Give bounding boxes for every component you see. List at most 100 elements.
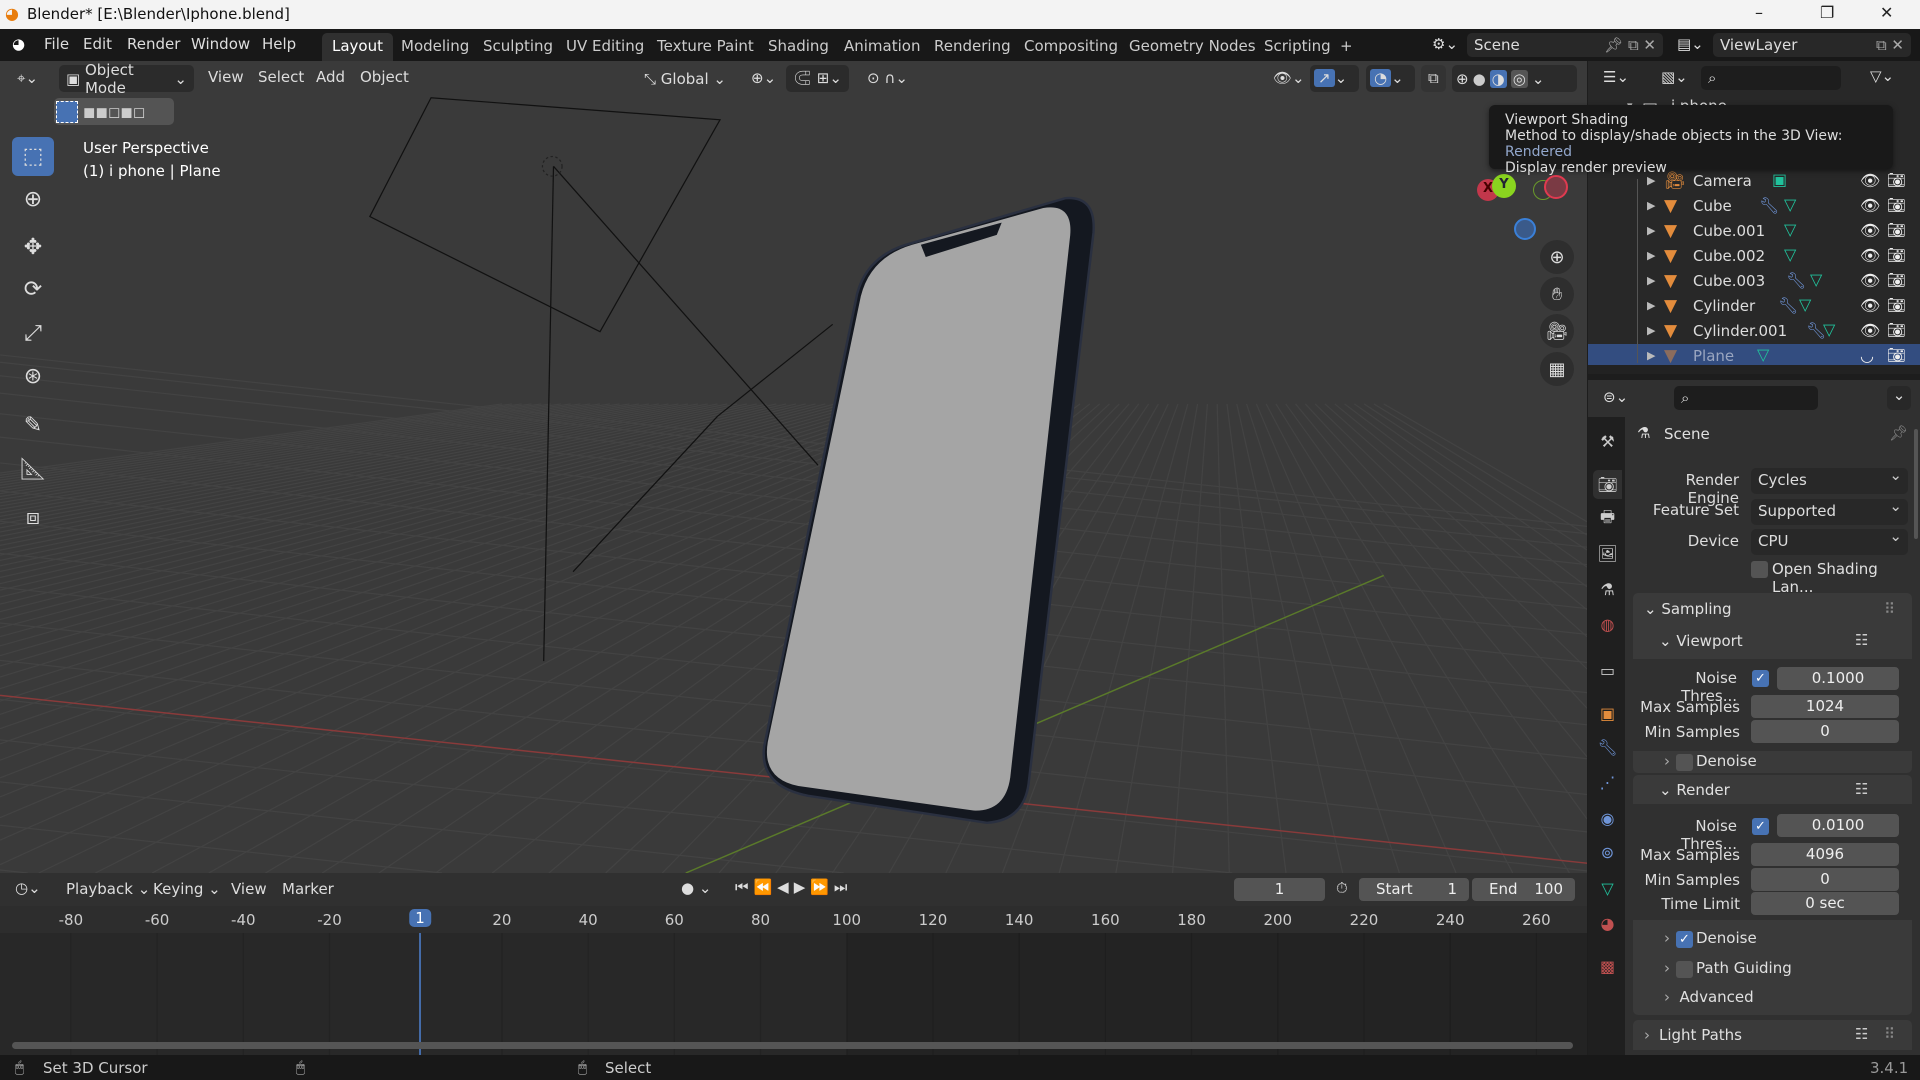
feature-set-dropdown[interactable]: Supported xyxy=(1751,497,1908,525)
pin-icon[interactable]: 📌︎ ⧉ ✕ xyxy=(1604,36,1656,54)
tab-modeling[interactable]: Modeling xyxy=(391,33,479,61)
tab-rendering[interactable]: Rendering xyxy=(924,33,1021,61)
outliner-display-mode-icon[interactable]: ☰⌄ xyxy=(1603,68,1629,86)
viewport-menu-object[interactable]: Object xyxy=(360,68,409,86)
mesh-data-icon[interactable]: ▽ xyxy=(1784,220,1796,239)
tab-output-icon[interactable]: 🖶︎ xyxy=(1593,505,1622,534)
render-camera-icon[interactable]: 📷︎ xyxy=(1887,196,1906,214)
outliner-scrollbar[interactable] xyxy=(1588,365,1920,374)
tab-material-icon[interactable]: ◕ xyxy=(1593,909,1622,938)
render-camera-icon[interactable]: 📷︎ xyxy=(1887,221,1906,239)
drag-handle-icon[interactable]: ⠿ xyxy=(1884,1025,1895,1043)
tab-modifier-icon[interactable]: 🔧︎ xyxy=(1593,733,1622,762)
render-max-samples-field[interactable]: 4096 xyxy=(1751,843,1899,866)
current-frame-field[interactable]: 1 xyxy=(1234,878,1325,901)
new-view-layer-icon[interactable]: ⧉ ✕ xyxy=(1876,36,1904,54)
rotate-tool[interactable]: ⟳ xyxy=(12,270,54,309)
tab-render-icon[interactable]: 📷︎ xyxy=(1593,470,1622,499)
playhead-frame-label[interactable]: 1 xyxy=(409,909,431,927)
view-layer-icon[interactable]: ▤⌄ xyxy=(1677,35,1704,53)
properties-scrollbar[interactable] xyxy=(1914,429,1918,539)
record-button[interactable]: ● ⌄ xyxy=(681,879,711,897)
tab-particles-icon[interactable]: ⋰ xyxy=(1593,768,1622,797)
render-subpanel-header[interactable]: ⌄ Render xyxy=(1659,781,1730,799)
camera-view-icon[interactable]: 🎥︎ xyxy=(1540,314,1574,348)
render-camera-icon[interactable]: 📷︎ xyxy=(1887,271,1906,289)
tab-view-layer-icon[interactable]: 🖼︎ xyxy=(1593,539,1622,568)
filter-icon[interactable]: ▽⌄ xyxy=(1870,67,1894,85)
menu-edit[interactable]: Edit xyxy=(83,35,112,53)
cursor-tool[interactable]: ⊕ xyxy=(12,180,54,219)
add-workspace-button[interactable]: + xyxy=(1330,33,1363,61)
viewport-denoise-expand[interactable]: › xyxy=(1664,752,1670,770)
tab-data-icon[interactable]: ▽ xyxy=(1593,874,1622,903)
gizmo-toggle[interactable]: ↗ ⌄ xyxy=(1310,65,1359,92)
navigation-gizmo[interactable]: X Y xyxy=(1477,174,1575,247)
tab-layout[interactable]: Layout xyxy=(322,33,393,61)
expand-arrow-icon[interactable]: ▶ xyxy=(1647,274,1655,287)
render-min-samples-field[interactable]: 0 xyxy=(1751,868,1899,891)
minimize-button[interactable]: – xyxy=(1755,3,1763,22)
3d-viewport[interactable]: ⌖⌄ ▣ Object Mode ⌄ View Select Add Object… xyxy=(0,61,1587,873)
select-new-button[interactable] xyxy=(56,100,78,123)
mesh-data-icon[interactable]: ▽ xyxy=(1784,245,1796,264)
tab-texture-paint[interactable]: Texture Paint xyxy=(647,33,764,61)
perspective-toggle-icon[interactable]: ▦ xyxy=(1540,352,1574,386)
xray-toggle[interactable]: ⧉ xyxy=(1421,65,1446,92)
presets-icon[interactable]: ☷ xyxy=(1855,631,1868,649)
light-paths-panel[interactable]: › Light Paths ☷ ⠿ xyxy=(1633,1020,1912,1050)
tab-texture-icon[interactable]: ▩ xyxy=(1593,952,1622,981)
timeline-menu-marker[interactable]: Marker xyxy=(282,880,334,898)
advanced-subpanel-header[interactable]: › Advanced xyxy=(1664,988,1754,1006)
menu-file[interactable]: File xyxy=(44,35,69,53)
mesh-data-icon[interactable]: ▽ xyxy=(1784,195,1796,214)
viewport-menu-select[interactable]: Select xyxy=(258,68,304,86)
timeline-scrollbar[interactable] xyxy=(12,1042,1573,1049)
eye-icon[interactable]: 👁︎ xyxy=(1860,296,1880,315)
eye-icon[interactable]: 👁︎ xyxy=(1860,246,1880,265)
tab-scripting[interactable]: Scripting xyxy=(1254,33,1341,61)
render-camera-icon[interactable]: 📷︎ xyxy=(1887,171,1906,189)
pin-icon[interactable]: 📌︎ xyxy=(1889,424,1908,442)
tab-physics-icon[interactable]: ◉ xyxy=(1593,804,1622,833)
preview-range-icon[interactable]: ⏱ xyxy=(1336,879,1348,897)
start-frame-field[interactable]: Start 1 xyxy=(1359,878,1469,901)
path-guiding-expand[interactable]: › xyxy=(1664,959,1670,977)
tab-geometry-nodes[interactable]: Geometry Nodes xyxy=(1119,33,1266,61)
menu-window[interactable]: Window xyxy=(191,35,250,53)
tab-sculpting[interactable]: Sculpting xyxy=(473,33,563,61)
annotate-tool[interactable]: ✎ xyxy=(12,406,54,445)
zoom-icon[interactable]: ⊕ xyxy=(1540,240,1574,274)
properties-editor-type-icon[interactable]: ⊜⌄ xyxy=(1603,388,1628,406)
eye-closed-icon[interactable]: ◡ xyxy=(1860,346,1874,365)
menu-render[interactable]: Render xyxy=(127,35,180,53)
proportional-edit-icon[interactable]: ⊙ ∩⌄ xyxy=(860,65,915,92)
gizmo-z-axis[interactable] xyxy=(1514,218,1536,240)
rendered-shading-button[interactable]: ◎ xyxy=(1510,69,1528,88)
modifier-icon[interactable]: 🔧︎ xyxy=(1778,296,1798,315)
shading-options-chevron[interactable]: ⌄ xyxy=(1532,70,1545,88)
properties-options-chevron[interactable]: ⌄ xyxy=(1887,386,1911,410)
editor-type-button[interactable]: ⌖⌄ xyxy=(10,65,45,92)
solid-shading-button[interactable]: ● xyxy=(1473,70,1486,88)
viewport-menu-view[interactable]: View xyxy=(208,68,244,86)
material-shading-button[interactable]: ◑ xyxy=(1489,69,1507,88)
gizmo-y-axis[interactable]: Y xyxy=(1492,174,1516,198)
render-camera-icon[interactable]: 📷︎ xyxy=(1887,346,1906,364)
pivot-icon[interactable]: ⊕⌄ xyxy=(744,65,783,92)
modifier-icon[interactable]: 🔧︎ xyxy=(1759,196,1779,215)
render-camera-icon[interactable]: 📷︎ xyxy=(1887,246,1906,264)
view-layer-field[interactable]: ViewLayer ⧉ ✕ xyxy=(1713,33,1911,57)
render-denoise-checkbox[interactable]: ✓ xyxy=(1676,931,1693,948)
tab-uv-editing[interactable]: UV Editing xyxy=(556,33,654,61)
close-button[interactable]: ✕ xyxy=(1880,3,1893,22)
osl-checkbox[interactable] xyxy=(1751,561,1768,578)
properties-search-input[interactable]: ⌕ xyxy=(1674,386,1818,410)
drag-handle-icon[interactable]: ⠿ xyxy=(1884,600,1895,618)
overlay-toggle[interactable]: ◔ ⌄ xyxy=(1366,65,1415,92)
outliner-search-input[interactable]: ⌕ xyxy=(1701,66,1841,90)
expand-arrow-icon[interactable]: ▶ xyxy=(1647,249,1655,262)
expand-arrow-icon[interactable]: ▶ xyxy=(1647,349,1655,362)
path-guiding-checkbox[interactable] xyxy=(1676,961,1693,978)
presets-icon[interactable]: ☷ xyxy=(1855,780,1868,798)
